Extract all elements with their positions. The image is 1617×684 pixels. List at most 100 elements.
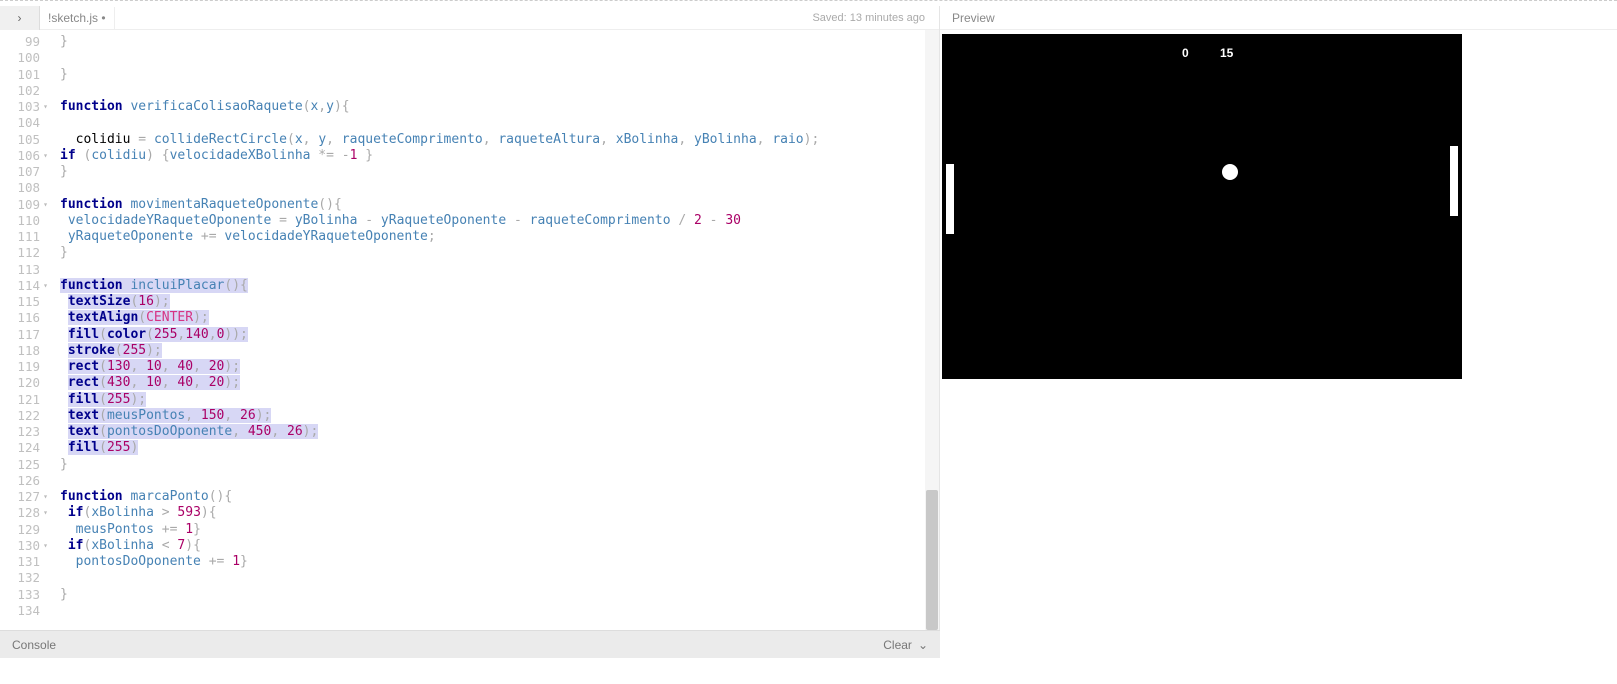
line-number: 133 (0, 587, 40, 603)
ball (1222, 164, 1238, 180)
line-number: 109 (0, 197, 40, 213)
score-left: 0 (1182, 46, 1189, 60)
clear-console-button[interactable]: Clear ⌄ (883, 638, 928, 652)
code-line[interactable]: function verificaColisaoRaquete(x,y){ (60, 99, 939, 115)
code-line[interactable]: rect(130, 10, 40, 20); (60, 359, 939, 375)
code-line[interactable]: text(pontosDoOponente, 450, 26); (60, 424, 939, 440)
line-number: 111 (0, 229, 40, 245)
editor-pane: › !sketch.js • Saved: 13 minutes ago 991… (0, 6, 940, 630)
code-line[interactable] (60, 83, 939, 99)
code-line[interactable]: function incluiPlacar(){ (60, 278, 939, 294)
code-line[interactable]: } (60, 34, 939, 50)
code-line[interactable]: } (60, 245, 939, 261)
canvas-wrap: 0 15 (940, 30, 1617, 379)
code-line[interactable] (60, 180, 939, 196)
line-number: 106 (0, 148, 40, 164)
line-number: 118 (0, 343, 40, 359)
code-line[interactable] (60, 473, 939, 489)
line-number: 134 (0, 603, 40, 619)
line-number: 105 (0, 132, 40, 148)
code-line[interactable]: fill(255); (60, 392, 939, 408)
code-line[interactable] (60, 603, 939, 619)
editor-tab-bar: › !sketch.js • Saved: 13 minutes ago (0, 6, 939, 30)
code-content[interactable]: }}function verificaColisaoRaquete(x,y){ … (48, 30, 939, 630)
game-canvas: 0 15 (942, 34, 1462, 379)
code-line[interactable] (60, 262, 939, 278)
line-number: 100 (0, 50, 40, 66)
line-gutter: 9910010110210310410510610710810911011111… (0, 30, 48, 630)
code-line[interactable]: textAlign(CENTER); (60, 310, 939, 326)
code-line[interactable] (60, 115, 939, 131)
paddle-right (1450, 146, 1458, 216)
code-line[interactable]: colidiu = collideRectCircle(x, y, raquet… (60, 132, 939, 148)
code-line[interactable]: function movimentaRaqueteOponente(){ (60, 197, 939, 213)
clear-label: Clear (883, 638, 912, 652)
code-line[interactable]: text(meusPontos, 150, 26); (60, 408, 939, 424)
code-line[interactable]: stroke(255); (60, 343, 939, 359)
code-line[interactable]: meusPontos += 1} (60, 522, 939, 538)
code-line[interactable]: } (60, 587, 939, 603)
save-status: Saved: 13 minutes ago (812, 12, 939, 24)
line-number: 112 (0, 245, 40, 261)
line-number: 121 (0, 392, 40, 408)
code-line[interactable]: if(xBolinha < 7){ (60, 538, 939, 554)
line-number: 117 (0, 327, 40, 343)
file-tab[interactable]: !sketch.js • (40, 7, 115, 29)
code-line[interactable]: } (60, 164, 939, 180)
chevron-right-icon: › (18, 11, 22, 25)
chevron-down-icon: ⌄ (918, 638, 928, 652)
code-line[interactable]: rect(430, 10, 40, 20); (60, 375, 939, 391)
line-number: 108 (0, 180, 40, 196)
sidebar-toggle-button[interactable]: › (0, 6, 40, 30)
line-number: 113 (0, 262, 40, 278)
line-number: 132 (0, 570, 40, 586)
scrollbar-thumb[interactable] (926, 490, 938, 630)
paddle-left (946, 164, 954, 234)
line-number: 116 (0, 310, 40, 326)
line-number: 99 (0, 34, 40, 50)
code-line[interactable]: textSize(16); (60, 294, 939, 310)
score-right: 15 (1220, 46, 1233, 60)
code-line[interactable]: if(xBolinha > 593){ (60, 505, 939, 521)
file-tab-label: !sketch.js (48, 11, 98, 25)
line-number: 110 (0, 213, 40, 229)
line-number: 125 (0, 457, 40, 473)
code-line[interactable]: velocidadeYRaqueteOponente = yBolinha - … (60, 213, 939, 229)
code-line[interactable]: function marcaPonto(){ (60, 489, 939, 505)
line-number: 126 (0, 473, 40, 489)
code-line[interactable]: } (60, 457, 939, 473)
main-split: › !sketch.js • Saved: 13 minutes ago 991… (0, 6, 1617, 630)
code-line[interactable] (60, 50, 939, 66)
line-number: 129 (0, 522, 40, 538)
console-bar[interactable]: Console Clear ⌄ (0, 630, 940, 658)
line-number: 128 (0, 505, 40, 521)
console-label: Console (12, 638, 56, 652)
line-number: 119 (0, 359, 40, 375)
preview-label: Preview (952, 11, 995, 25)
line-number: 123 (0, 424, 40, 440)
line-number: 127 (0, 489, 40, 505)
code-line[interactable]: yRaqueteOponente += velocidadeYRaqueteOp… (60, 229, 939, 245)
line-number: 103 (0, 99, 40, 115)
code-line[interactable]: if (colidiu) {velocidadeXBolinha *= -1 } (60, 148, 939, 164)
line-number: 131 (0, 554, 40, 570)
line-number: 101 (0, 67, 40, 83)
preview-pane: Preview 0 15 (940, 6, 1617, 630)
code-line[interactable]: pontosDoOponente += 1} (60, 554, 939, 570)
line-number: 107 (0, 164, 40, 180)
dirty-indicator-icon: • (101, 11, 105, 25)
code-line[interactable] (60, 570, 939, 586)
line-number: 104 (0, 115, 40, 131)
code-line[interactable]: fill(color(255,140,0)); (60, 327, 939, 343)
line-number: 124 (0, 440, 40, 456)
preview-header: Preview (940, 6, 1617, 30)
code-editor[interactable]: 9910010110210310410510610710810911011111… (0, 30, 939, 630)
line-number: 114 (0, 278, 40, 294)
line-number: 122 (0, 408, 40, 424)
line-number: 130 (0, 538, 40, 554)
line-number: 115 (0, 294, 40, 310)
vertical-scrollbar[interactable] (925, 30, 939, 630)
code-line[interactable]: fill(255) (60, 440, 939, 456)
code-line[interactable]: } (60, 67, 939, 83)
line-number: 120 (0, 375, 40, 391)
